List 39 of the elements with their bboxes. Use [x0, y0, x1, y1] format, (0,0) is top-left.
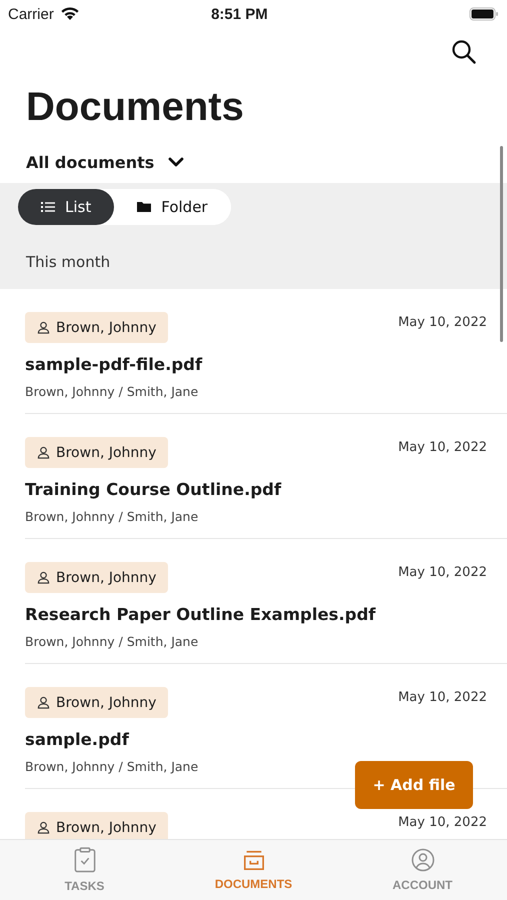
document-filter-dropdown[interactable]: All documents — [0, 146, 210, 178]
person-icon — [37, 571, 50, 584]
person-icon — [37, 821, 50, 834]
document-name[interactable]: Training Course Outline.pdf — [25, 480, 487, 499]
document-name[interactable]: sample-pdf-file.pdf — [25, 355, 487, 374]
document-people: Brown, Johnny / Smith, Jane — [25, 509, 200, 524]
folder-icon — [137, 201, 152, 213]
person-icon — [37, 696, 50, 709]
document-date: May 10, 2022 — [398, 564, 487, 580]
document-date: May 10, 2022 — [398, 439, 487, 455]
clipboard-check-icon — [74, 847, 96, 873]
search-icon[interactable] — [451, 39, 477, 65]
archive-box-icon — [242, 849, 264, 871]
add-file-button[interactable]: + Add file — [355, 761, 473, 809]
person-icon — [37, 446, 50, 459]
document-date: May 10, 2022 — [398, 314, 487, 330]
page-title: Documents — [25, 84, 245, 131]
document-name[interactable]: Research Paper Outline Examples.pdf — [25, 605, 487, 624]
view-option[interactable]: List — [18, 189, 114, 225]
battery-icon — [469, 7, 499, 21]
owner-tag: Brown, Johnny — [25, 562, 168, 593]
document-people: Brown, Johnny / Smith, Jane — [25, 634, 200, 649]
document-date: May 10, 2022 — [398, 689, 487, 705]
list-icon — [41, 201, 55, 213]
owner-tag: Brown, Johnny — [25, 437, 168, 468]
document-people: Brown, Johnny / Smith, Jane — [25, 384, 200, 399]
document-people: Brown, Johnny / Smith, Jane — [25, 759, 200, 774]
owner-tag: Brown, Johnny — [25, 687, 168, 718]
owner-tag: Brown, Johnny — [25, 812, 168, 839]
section-heading: This month — [25, 252, 112, 271]
status-time: 8:51 PM — [210, 6, 269, 22]
document-date: May 10, 2022 — [398, 814, 487, 830]
chevron-down-icon — [168, 157, 184, 167]
owner-tag: Brown, Johnny — [25, 312, 168, 343]
wifi-icon — [60, 7, 80, 21]
document-name[interactable]: sample.pdf — [25, 730, 487, 749]
user-circle-icon — [410, 848, 434, 872]
carrier-name: Carrier — [8, 6, 54, 22]
person-icon — [37, 321, 50, 334]
